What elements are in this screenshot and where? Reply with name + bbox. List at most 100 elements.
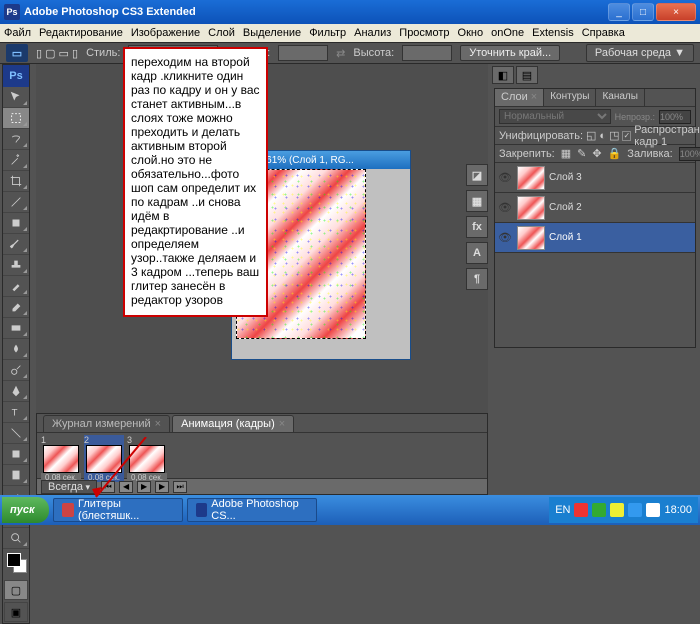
frame-1[interactable]: 10,08 сек. (41, 435, 81, 482)
app-title: Adobe Photoshop CS3 Extended (24, 6, 608, 18)
system-tray[interactable]: EN 18:00 (549, 497, 698, 523)
wand-tool[interactable] (3, 150, 29, 171)
screenmode[interactable]: ▣ (4, 602, 28, 622)
side-styles-icon[interactable]: fx (466, 216, 488, 238)
layer-row-2[interactable]: 👁Слой 2 (495, 193, 695, 223)
color-swatches[interactable] (3, 549, 29, 579)
next-frame-button[interactable]: ▶ (155, 481, 169, 493)
lock-label: Закрепить: (499, 148, 555, 160)
menu-view[interactable]: Просмотр (399, 27, 449, 39)
layer-row-3[interactable]: 👁 Слой 3 (495, 163, 695, 193)
lasso-tool[interactable] (3, 129, 29, 150)
notes-tool[interactable] (3, 465, 29, 486)
annotation-arrow (86, 437, 156, 512)
visibility-icon[interactable]: 👁 (497, 230, 513, 246)
layer-thumb (517, 196, 545, 220)
refine-edge-button[interactable]: Уточнить край... (460, 45, 560, 61)
app-icon: Ps (4, 4, 20, 20)
history-brush-tool[interactable] (3, 276, 29, 297)
blur-tool[interactable] (3, 339, 29, 360)
unify-style-icon[interactable]: ◳ (609, 129, 619, 142)
menu-help[interactable]: Справка (582, 27, 625, 39)
side-swatch-icon[interactable]: ▦ (466, 190, 488, 212)
start-button[interactable]: пуск (2, 497, 49, 523)
tray-icon[interactable] (574, 503, 588, 517)
blend-mode-select[interactable]: Нормальный (499, 109, 611, 124)
maximize-button[interactable]: □ (632, 3, 654, 21)
menu-image[interactable]: Изображение (131, 27, 200, 39)
tray-icon[interactable] (646, 503, 660, 517)
last-frame-button[interactable]: ⏭ (173, 481, 187, 493)
tab-channels[interactable]: Каналы (596, 89, 645, 106)
side-char-icon[interactable]: A (466, 242, 488, 264)
layer-row-1[interactable]: 👁Слой 1 (495, 223, 695, 253)
height-input[interactable] (402, 45, 452, 61)
type-tool[interactable]: T (3, 402, 29, 423)
menu-layer[interactable]: Слой (208, 27, 235, 39)
fill-input[interactable] (679, 147, 700, 161)
menu-window[interactable]: Окно (458, 27, 484, 39)
brush-tool[interactable] (3, 234, 29, 255)
workspace-button[interactable]: Рабочая среда ▼ (586, 44, 694, 62)
dock-icon-nav[interactable]: ◧ (492, 66, 514, 84)
minimize-button[interactable]: _ (608, 3, 630, 21)
menu-onone[interactable]: onOne (491, 27, 524, 39)
dock-icon-hist[interactable]: ▤ (516, 66, 538, 84)
shape-tool[interactable] (3, 444, 29, 465)
lang-indicator[interactable]: EN (555, 504, 570, 516)
style-label: Стиль: (86, 47, 120, 59)
gradient-tool[interactable] (3, 318, 29, 339)
lock-pos-icon[interactable]: ✥ (592, 147, 601, 160)
menu-select[interactable]: Выделение (243, 27, 301, 39)
eraser-tool[interactable] (3, 297, 29, 318)
lock-pixels-icon[interactable]: ✎ (577, 147, 586, 160)
main-area: Ps T ▢ ▣ переходим на второй кадр .кликн… (0, 64, 700, 495)
tab-layers[interactable]: Слои× (495, 89, 544, 106)
quickmask-off[interactable]: ▢ (4, 580, 28, 600)
side-para-icon[interactable]: ¶ (466, 268, 488, 290)
opacity-input[interactable] (659, 110, 691, 124)
slice-tool[interactable] (3, 192, 29, 213)
titlebar: Ps Adobe Photoshop CS3 Extended _ □ × (0, 0, 700, 24)
menu-file[interactable]: Файл (4, 27, 31, 39)
tab-measurements[interactable]: Журнал измерений× (43, 415, 170, 432)
marquee-tool[interactable] (3, 108, 29, 129)
menu-edit[interactable]: Редактирование (39, 27, 123, 39)
menubar: Файл Редактирование Изображение Слой Выд… (0, 24, 700, 42)
crop-tool[interactable] (3, 171, 29, 192)
menu-extensis[interactable]: Extensis (532, 27, 574, 39)
stamp-tool[interactable] (3, 255, 29, 276)
layer-thumb (517, 166, 545, 190)
tray-icon[interactable] (592, 503, 606, 517)
unify-pos-icon[interactable]: ◱ (586, 129, 596, 142)
unify-vis-icon[interactable]: ◐ (599, 130, 606, 142)
move-tool[interactable] (3, 87, 29, 108)
menu-analysis[interactable]: Анализ (354, 27, 391, 39)
tab-animation[interactable]: Анимация (кадры)× (172, 415, 294, 432)
close-button[interactable]: × (656, 3, 696, 21)
height-label: Высота: (353, 47, 394, 59)
side-color-icon[interactable]: ◪ (466, 164, 488, 186)
dodge-tool[interactable] (3, 360, 29, 381)
layer-name: Слой 3 (549, 172, 582, 183)
right-dock: ◧ ▤ ◪ ▦ fx A ¶ Слои× Контуры Каналы Норм… (490, 64, 700, 495)
lock-trans-icon[interactable]: ▦ (561, 147, 571, 160)
heal-tool[interactable] (3, 213, 29, 234)
lock-all-icon[interactable]: 🔒 (608, 147, 622, 160)
svg-text:T: T (12, 408, 18, 419)
width-input[interactable] (278, 45, 328, 61)
tray-icon[interactable] (610, 503, 624, 517)
path-tool[interactable] (3, 423, 29, 444)
tab-paths[interactable]: Контуры (544, 89, 596, 106)
menu-filter[interactable]: Фильтр (309, 27, 346, 39)
pen-tool[interactable] (3, 381, 29, 402)
zoom-tool[interactable] (3, 528, 29, 549)
propagate-checkbox[interactable]: ✓ (622, 131, 631, 141)
fill-label: Заливка: (627, 148, 672, 160)
tray-icon[interactable] (628, 503, 642, 517)
opacity-label: Непрозр.: (615, 112, 655, 122)
tool-preset-icon[interactable]: ▭ (6, 44, 28, 62)
task-item-photoshop[interactable]: Adobe Photoshop CS... (187, 498, 317, 522)
visibility-icon[interactable]: 👁 (497, 200, 513, 216)
visibility-icon[interactable]: 👁 (497, 170, 513, 186)
